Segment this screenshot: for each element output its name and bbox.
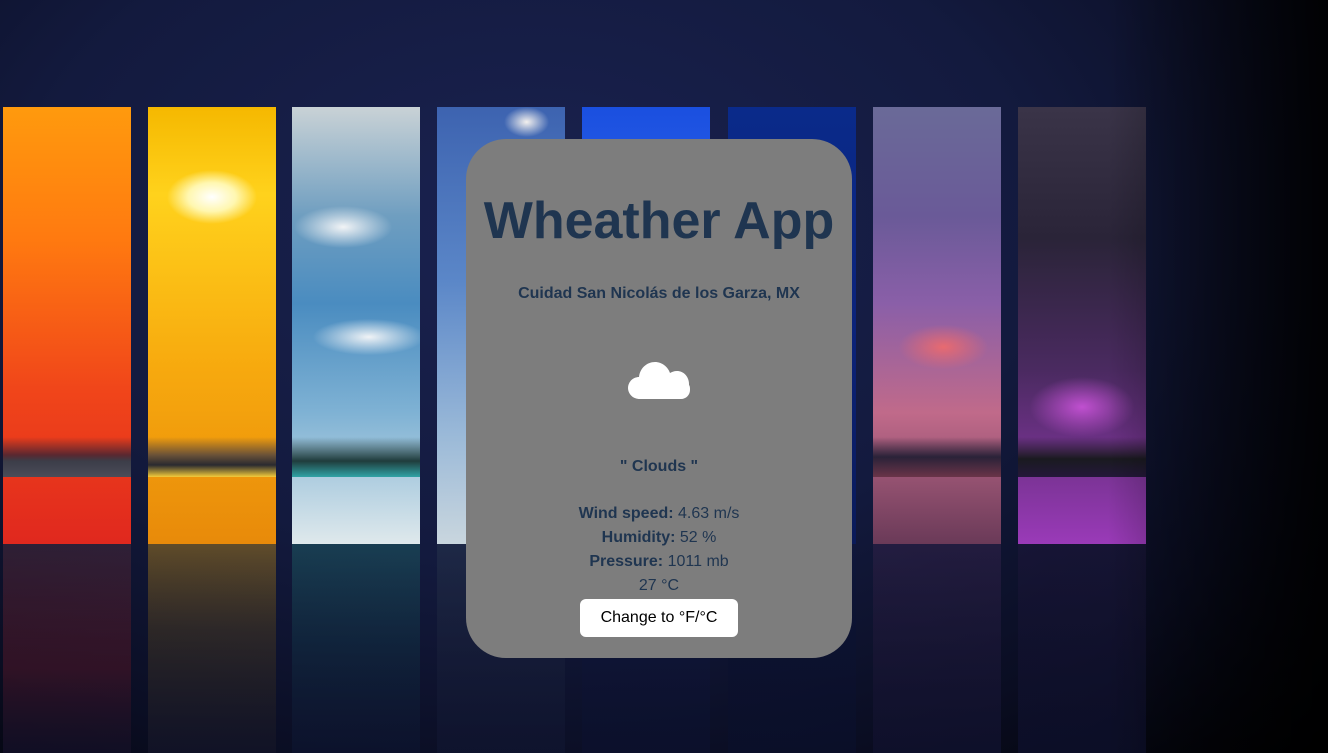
wind-speed-value: 4.63 m/s — [673, 505, 740, 522]
pressure-label: Pressure: — [589, 553, 664, 570]
cloud-icon — [628, 362, 690, 399]
humidity-value: 52 % — [675, 529, 717, 546]
pressure: Pressure: 1011 mb — [466, 553, 852, 571]
weather-condition: " Clouds " — [619, 458, 699, 475]
humidity-label: Humidity: — [601, 529, 676, 546]
clouds-sky-strip — [292, 107, 420, 753]
vignette — [1108, 0, 1328, 753]
wind-speed: Wind speed: 4.63 m/s — [466, 505, 852, 523]
temperature: 27 °C — [638, 577, 680, 594]
wind-speed-label: Wind speed: — [578, 505, 674, 522]
sunset-strip — [3, 107, 131, 753]
app-title: Wheather App — [483, 192, 835, 250]
pressure-value: 1011 mb — [663, 553, 729, 570]
location-label: Cuidad San Nicolás de los Garza, MX — [518, 285, 800, 302]
humidity: Humidity: 52 % — [466, 529, 852, 547]
sun-strip — [148, 107, 276, 753]
toggle-units-button[interactable]: Change to °F/°C — [580, 599, 738, 637]
dusk-strip — [873, 107, 1001, 753]
weather-card: Wheather App Cuidad San Nicolás de los G… — [466, 139, 852, 658]
